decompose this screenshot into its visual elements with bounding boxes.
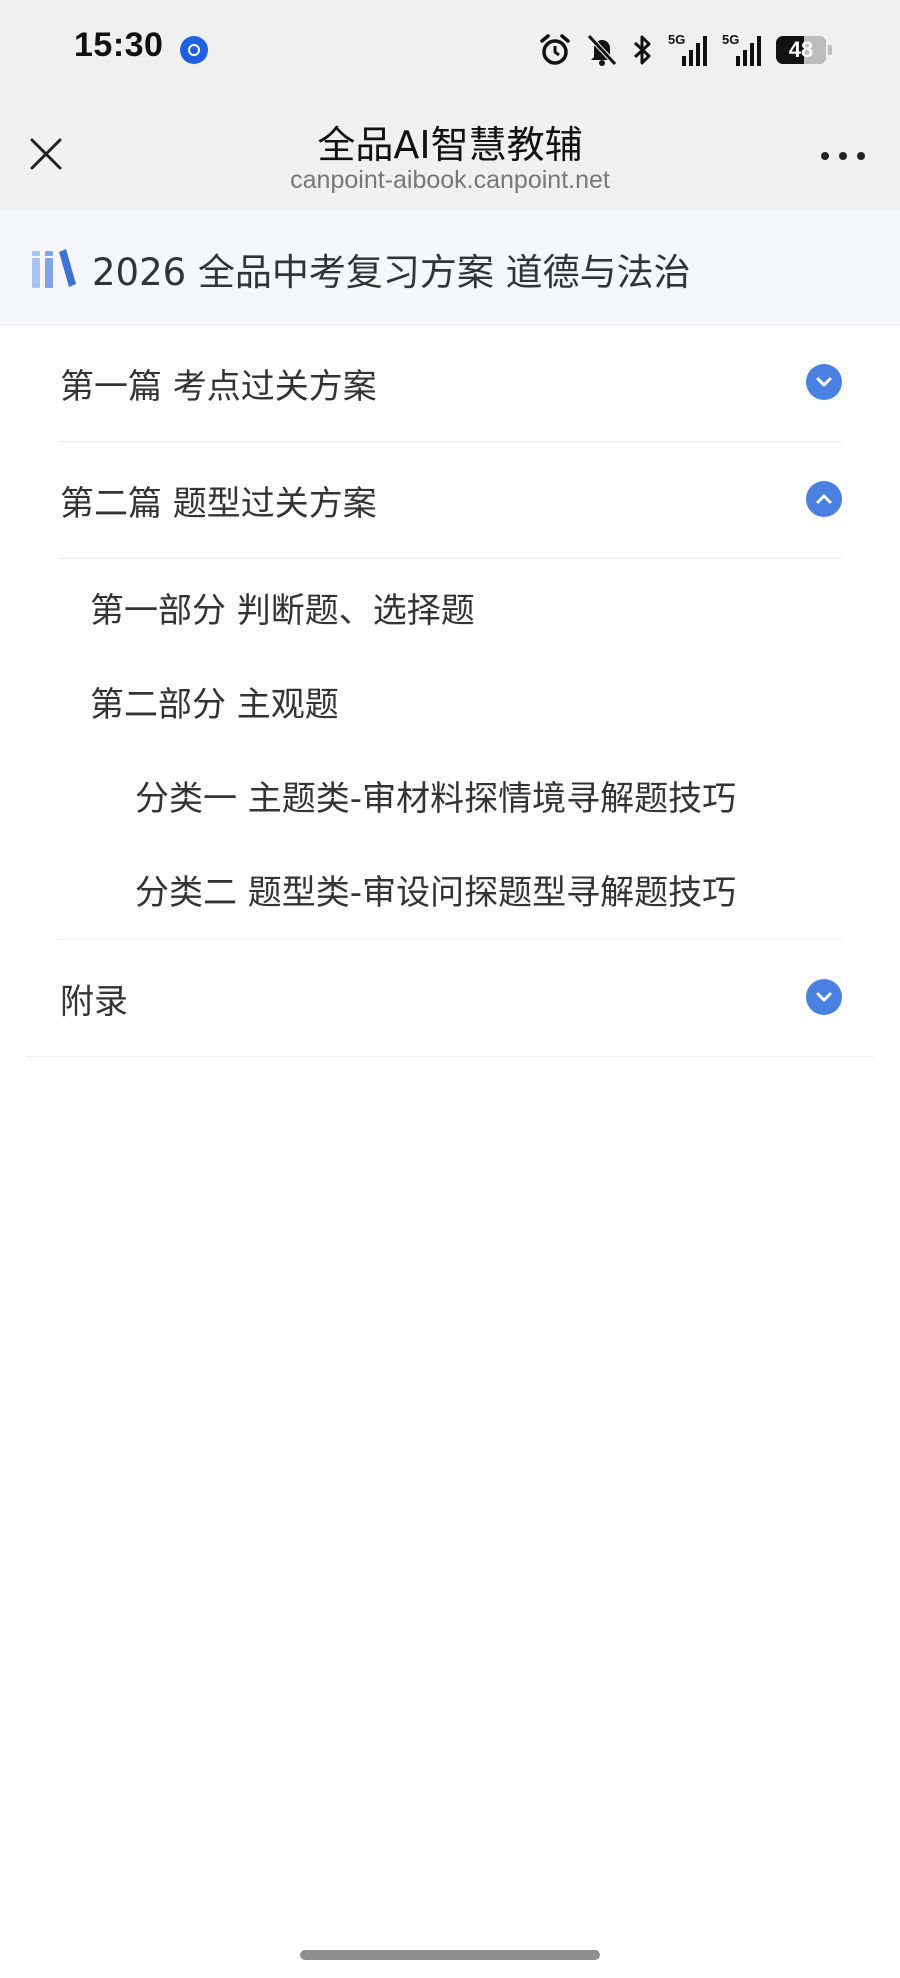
page-url: canpoint-aibook.canpoint.net xyxy=(290,166,610,194)
app-notification-icon xyxy=(180,36,208,64)
toc-subitem[interactable]: 分类二 题型类-审设问探题型寻解题技巧 xyxy=(135,865,736,914)
toc-section-3[interactable]: 附录 xyxy=(26,940,874,1057)
status-icons: 5G 5G 48 xyxy=(538,30,832,70)
network-type-1: 5G xyxy=(668,32,686,47)
toc-subitem[interactable]: 分类一 主题类-审材料探情境寻解题技巧 xyxy=(135,771,736,820)
toc-section-2-children: 第一部分 判断题、选择题 第二部分 主观题 分类一 主题类-审材料探情境寻解题技… xyxy=(58,559,842,940)
network-type-2: 5G xyxy=(722,32,740,47)
book-header: 2026 全品中考复习方案 道德与法治 xyxy=(0,210,900,325)
chevron-down-icon xyxy=(816,992,832,1002)
nav-bar: 全品AI智慧教辅 canpoint-aibook.canpoint.net xyxy=(0,100,900,210)
bluetooth-icon xyxy=(633,35,651,65)
battery-icon: 48 xyxy=(776,36,826,64)
expand-toggle[interactable] xyxy=(806,364,842,400)
alarm-icon xyxy=(540,34,570,65)
chevron-down-icon xyxy=(816,377,832,387)
toc-section-label: 第一篇 考点过关方案 xyxy=(60,367,377,407)
mute-bell-icon xyxy=(587,34,617,66)
table-of-contents: 第一篇 考点过关方案 第二篇 题型过关方案 第一部分 判断题、选择题 第二部分 … xyxy=(0,325,900,1057)
battery-level: 48 xyxy=(788,37,814,62)
toc-item[interactable]: 第二部分 主观题 xyxy=(90,677,339,726)
books-icon xyxy=(32,249,76,288)
toc-section-label: 第二篇 题型过关方案 xyxy=(60,484,377,524)
battery-tip xyxy=(828,45,832,55)
page-title: 全品AI智慧教辅 xyxy=(317,123,583,167)
status-bar: 15:30 5G 5G 48 xyxy=(0,0,900,100)
toc-section-label: 附录 xyxy=(60,982,128,1022)
toc-item[interactable]: 第一部分 判断题、选择题 xyxy=(90,583,475,632)
toc-section-1[interactable]: 第一篇 考点过关方案 xyxy=(58,325,842,442)
collapse-toggle[interactable] xyxy=(806,481,842,517)
expand-toggle[interactable] xyxy=(806,979,842,1015)
more-icon[interactable] xyxy=(818,146,868,166)
book-title: 2026 全品中考复习方案 道德与法治 xyxy=(92,251,691,294)
toc-section-2[interactable]: 第二篇 题型过关方案 xyxy=(58,442,842,559)
home-indicator[interactable] xyxy=(300,1950,600,1960)
status-time: 15:30 xyxy=(74,26,164,64)
signal-1: 5G xyxy=(668,32,708,68)
signal-2: 5G xyxy=(722,32,762,68)
chevron-up-icon xyxy=(816,494,832,504)
